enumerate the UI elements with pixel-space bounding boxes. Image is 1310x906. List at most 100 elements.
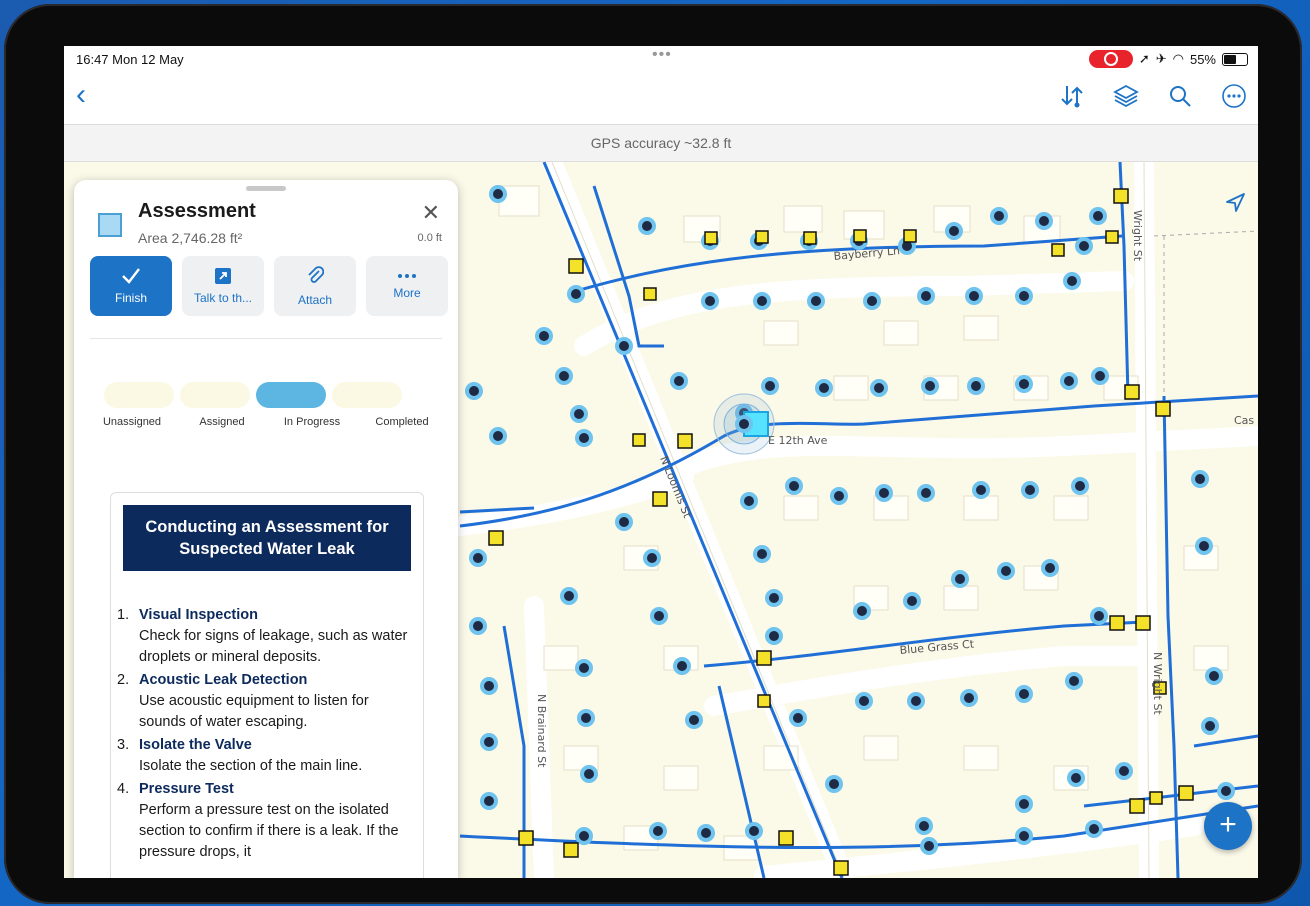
water-meter-marker[interactable] [960, 689, 978, 707]
water-meter-marker[interactable] [1205, 667, 1223, 685]
add-feature-button[interactable]: + [1204, 802, 1252, 850]
water-meter-marker[interactable] [555, 367, 573, 385]
water-meter-marker[interactable] [1075, 237, 1093, 255]
water-meter-marker[interactable] [615, 513, 633, 531]
water-meter-marker[interactable] [469, 549, 487, 567]
water-meter-marker[interactable] [1085, 820, 1103, 838]
attach-button[interactable]: Attach [274, 256, 356, 316]
water-meter-marker[interactable] [670, 372, 688, 390]
water-meter-marker[interactable] [1065, 672, 1083, 690]
water-meter-marker[interactable] [920, 837, 938, 855]
valve-marker[interactable] [833, 860, 849, 876]
water-meter-marker[interactable] [921, 377, 939, 395]
valve-marker[interactable] [903, 229, 917, 243]
water-meter-marker[interactable] [965, 287, 983, 305]
water-meter-marker[interactable] [903, 592, 921, 610]
valve-marker[interactable] [1113, 188, 1129, 204]
water-meter-marker[interactable] [1015, 827, 1033, 845]
valve-marker[interactable] [568, 258, 584, 274]
water-meter-marker[interactable] [701, 292, 719, 310]
valve-marker[interactable] [1178, 785, 1194, 801]
valve-marker[interactable] [563, 842, 579, 858]
water-meter-marker[interactable] [685, 711, 703, 729]
water-meter-marker[interactable] [567, 285, 585, 303]
close-icon[interactable]: ✕ [422, 200, 440, 226]
water-meter-marker[interactable] [761, 377, 779, 395]
water-meter-marker[interactable] [465, 382, 483, 400]
water-meter-marker[interactable] [1015, 287, 1033, 305]
valve-marker[interactable] [518, 830, 534, 846]
water-meter-marker[interactable] [1217, 782, 1235, 800]
water-meter-marker[interactable] [480, 677, 498, 695]
water-meter-marker[interactable] [951, 570, 969, 588]
talk-to-button[interactable]: Talk to th... [182, 256, 264, 316]
water-meter-marker[interactable] [580, 765, 598, 783]
valve-marker[interactable] [803, 231, 817, 245]
water-meter-marker[interactable] [1115, 762, 1133, 780]
water-meter-marker[interactable] [945, 222, 963, 240]
water-meter-marker[interactable] [1090, 607, 1108, 625]
valve-marker[interactable] [1129, 798, 1145, 814]
layers-icon[interactable] [1112, 82, 1140, 110]
water-meter-marker[interactable] [1015, 685, 1033, 703]
valve-marker[interactable] [652, 491, 668, 507]
water-meter-marker[interactable] [1091, 367, 1109, 385]
water-meter-marker[interactable] [753, 292, 771, 310]
water-meter-marker[interactable] [997, 562, 1015, 580]
water-meter-marker[interactable] [815, 379, 833, 397]
water-meter-marker[interactable] [1201, 717, 1219, 735]
water-meter-marker[interactable] [870, 379, 888, 397]
water-meter-marker[interactable] [1195, 537, 1213, 555]
water-meter-marker[interactable] [789, 709, 807, 727]
valve-marker[interactable] [1149, 791, 1163, 805]
water-meter-marker[interactable] [1071, 477, 1089, 495]
water-meter-marker[interactable] [875, 484, 893, 502]
water-meter-marker[interactable] [853, 602, 871, 620]
water-meter-marker[interactable] [535, 327, 553, 345]
water-meter-marker[interactable] [643, 549, 661, 567]
water-meter-marker[interactable] [489, 427, 507, 445]
water-meter-marker[interactable] [1041, 559, 1059, 577]
valve-marker[interactable] [1051, 243, 1065, 257]
sort-icon[interactable] [1058, 82, 1086, 110]
valve-marker[interactable] [1105, 230, 1119, 244]
water-meter-marker[interactable] [972, 481, 990, 499]
water-meter-marker[interactable] [765, 589, 783, 607]
water-meter-marker[interactable] [577, 709, 595, 727]
valve-marker[interactable] [1109, 615, 1125, 631]
multitasking-dots[interactable]: ••• [652, 46, 672, 64]
water-meter-marker[interactable] [673, 657, 691, 675]
water-meter-marker[interactable] [575, 429, 593, 447]
water-meter-marker[interactable] [807, 292, 825, 310]
valve-marker[interactable] [488, 530, 504, 546]
water-meter-marker[interactable] [753, 545, 771, 563]
more-options-icon[interactable] [1220, 82, 1248, 110]
status-step-unassigned[interactable] [104, 382, 174, 408]
panel-grabber[interactable] [246, 186, 286, 191]
water-meter-marker[interactable] [615, 337, 633, 355]
water-meter-marker[interactable] [1089, 207, 1107, 225]
water-meter-marker[interactable] [469, 617, 487, 635]
water-meter-marker[interactable] [1035, 212, 1053, 230]
water-meter-marker[interactable] [745, 822, 763, 840]
water-meter-marker[interactable] [917, 484, 935, 502]
water-meter-marker[interactable] [765, 627, 783, 645]
water-meter-marker[interactable] [1067, 769, 1085, 787]
status-step-assigned[interactable] [180, 382, 250, 408]
valve-marker[interactable] [1124, 384, 1140, 400]
water-meter-marker[interactable] [1060, 372, 1078, 390]
status-step-in-progress[interactable] [256, 382, 326, 408]
status-step-completed[interactable] [332, 382, 402, 408]
water-meter-marker[interactable] [855, 692, 873, 710]
valve-marker[interactable] [853, 229, 867, 243]
water-meter-marker[interactable] [785, 477, 803, 495]
valve-marker[interactable] [755, 230, 769, 244]
status-progress[interactable] [104, 382, 402, 408]
water-meter-marker[interactable] [650, 607, 668, 625]
water-meter-marker[interactable] [480, 733, 498, 751]
water-meter-marker[interactable] [990, 207, 1008, 225]
water-meter-marker[interactable] [907, 692, 925, 710]
water-meter-marker[interactable] [1191, 470, 1209, 488]
more-button[interactable]: More [366, 256, 448, 316]
search-icon[interactable] [1166, 82, 1194, 110]
